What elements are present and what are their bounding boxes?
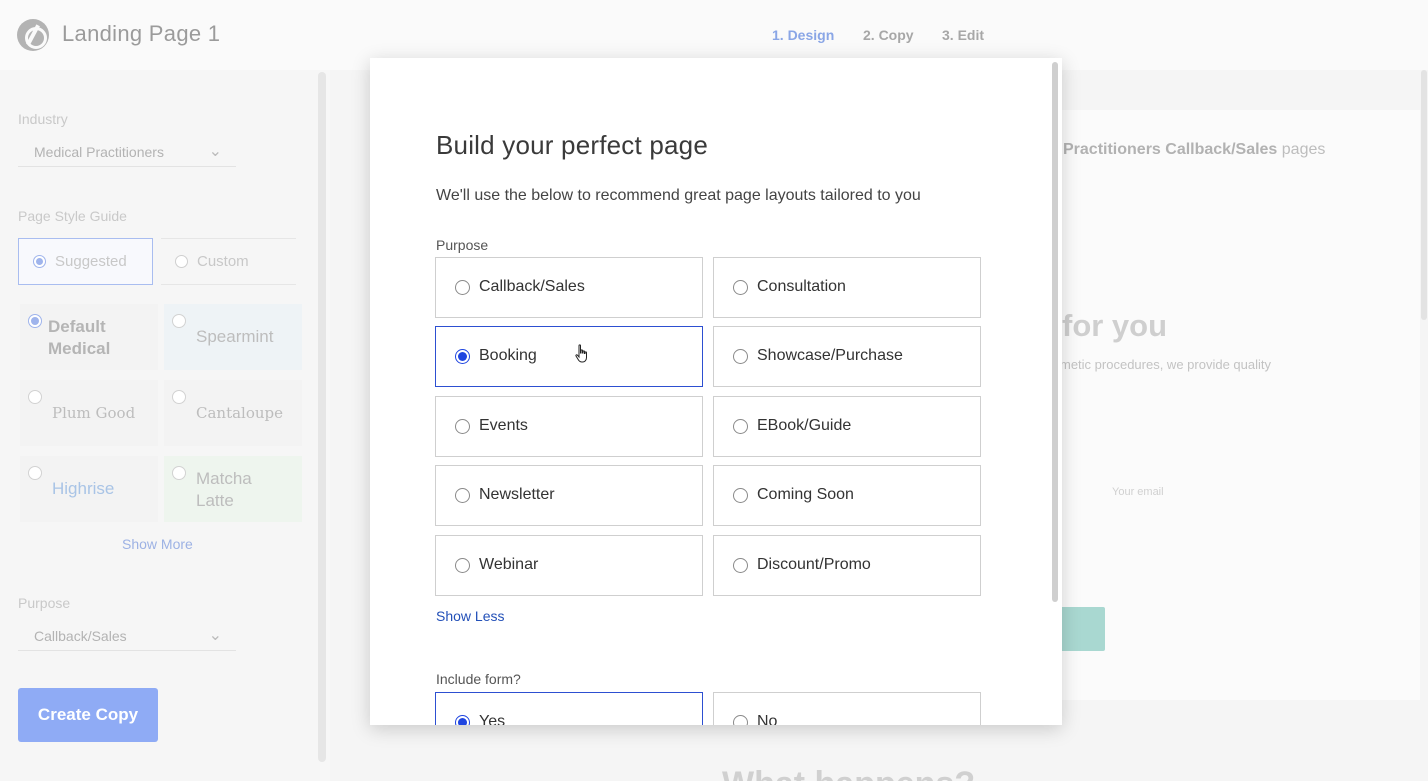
radio-icon (733, 349, 748, 364)
style-guide-label: Page Style Guide (18, 208, 127, 224)
theme-highrise[interactable]: Highrise (20, 456, 158, 522)
chevron-down-icon: ⌄ (208, 143, 222, 160)
form-option-yes[interactable]: Yes (435, 692, 703, 725)
form-option-label: No (757, 713, 778, 725)
preview-submit-button (1058, 607, 1105, 651)
purpose-option-label: Discount/Promo (757, 556, 871, 573)
theme-label: Matcha Latte (196, 469, 252, 510)
chevron-down-icon: ⌄ (208, 627, 222, 644)
style-option-label: Suggested (55, 253, 127, 270)
sidebar-scrollbar[interactable] (318, 72, 326, 762)
radio-icon (175, 255, 188, 268)
industry-value: Medical Practitioners (34, 144, 164, 160)
radio-icon (172, 314, 186, 328)
step-edit[interactable]: 3. Edit (942, 27, 984, 43)
preview-description: metic procedures, we provide quality (1060, 357, 1271, 372)
radio-selected-icon (455, 715, 470, 725)
theme-cantaloupe[interactable]: Cantaloupe (164, 380, 302, 446)
preview-heading: Practitioners Callback/Sales pages (1063, 141, 1325, 159)
industry-label: Industry (18, 111, 68, 127)
radio-icon (733, 558, 748, 573)
purpose-section-label: Purpose (436, 237, 489, 253)
purpose-option-label: Newsletter (479, 486, 555, 503)
theme-label: Spearmint (196, 327, 274, 346)
form-option-label: Yes (479, 713, 506, 725)
purpose-option-booking[interactable]: Booking (435, 326, 703, 387)
purpose-option-ebook-guide[interactable]: EBook/Guide (713, 396, 981, 457)
theme-matcha-latte[interactable]: Matcha Latte (164, 456, 302, 522)
step-design[interactable]: 1. Design (772, 27, 834, 43)
page-title: Landing Page 1 (62, 21, 221, 46)
purpose-option-label: EBook/Guide (757, 417, 852, 434)
radio-icon (455, 488, 470, 503)
app-logo-icon (17, 19, 49, 51)
radio-icon (733, 419, 748, 434)
purpose-select[interactable]: Callback/Sales ⌄ (18, 621, 236, 651)
form-option-no[interactable]: No (713, 692, 981, 725)
purpose-option-webinar[interactable]: Webinar (435, 535, 703, 596)
style-custom-option[interactable]: Custom (161, 238, 296, 285)
style-suggested-option[interactable]: Suggested (18, 238, 153, 285)
preview-bottom-heading: What happens? (722, 765, 975, 781)
theme-label: Cantaloupe (196, 404, 284, 422)
purpose-option-label: Events (479, 417, 528, 434)
purpose-option-label: Showcase/Purchase (757, 347, 903, 364)
hand-cursor-icon (575, 344, 587, 363)
preview-heading-rest: pages (1277, 141, 1326, 158)
radio-icon (733, 488, 748, 503)
theme-spearmint[interactable]: Spearmint (164, 304, 302, 370)
modal-title: Build your perfect page (436, 130, 708, 160)
theme-plum-good[interactable]: Plum Good (20, 380, 158, 446)
create-copy-button[interactable]: Create Copy (18, 688, 158, 742)
purpose-option-consultation[interactable]: Consultation (713, 257, 981, 318)
purpose-option-newsletter[interactable]: Newsletter (435, 465, 703, 526)
purpose-option-discount-promo[interactable]: Discount/Promo (713, 535, 981, 596)
radio-icon (733, 715, 748, 725)
radio-icon (33, 255, 46, 268)
include-form-label: Include form? (436, 671, 521, 687)
purpose-option-label: Consultation (757, 278, 846, 295)
preview-heading-bold: Practitioners Callback/Sales (1063, 141, 1278, 158)
preview-scrollbar[interactable] (1421, 70, 1427, 320)
show-less-link[interactable]: Show Less (436, 608, 504, 624)
purpose-option-callback-sales[interactable]: Callback/Sales (435, 257, 703, 318)
purpose-option-label: Booking (479, 347, 537, 364)
preview-hero-text: for you (1062, 308, 1168, 343)
purpose-value: Callback/Sales (34, 628, 127, 644)
radio-icon (455, 280, 470, 295)
build-page-modal: Build your perfect page We'll use the be… (370, 58, 1062, 725)
purpose-option-coming-soon[interactable]: Coming Soon (713, 465, 981, 526)
purpose-option-label: Callback/Sales (479, 278, 585, 295)
radio-icon (455, 558, 470, 573)
radio-selected-icon (455, 349, 470, 364)
purpose-option-events[interactable]: Events (435, 396, 703, 457)
purpose-option-label: Coming Soon (757, 486, 854, 503)
purpose-option-showcase-purchase[interactable]: Showcase/Purchase (713, 326, 981, 387)
step-copy[interactable]: 2. Copy (863, 27, 914, 43)
theme-label: Highrise (52, 479, 115, 498)
theme-label: Default Medical (48, 317, 111, 358)
theme-label: Plum Good (52, 404, 136, 422)
radio-icon (28, 390, 42, 404)
radio-icon (455, 419, 470, 434)
purpose-option-label: Webinar (479, 556, 539, 573)
style-option-label: Custom (197, 253, 249, 270)
radio-icon (733, 280, 748, 295)
purpose-label: Purpose (18, 595, 71, 611)
radio-icon (28, 314, 42, 328)
theme-default-medical[interactable]: Default Medical (20, 304, 158, 370)
radio-icon (172, 466, 186, 480)
show-more-link[interactable]: Show More (122, 536, 193, 552)
industry-select[interactable]: Medical Practitioners ⌄ (18, 137, 236, 167)
preview-email-field: Your email (1112, 486, 1164, 498)
radio-icon (172, 390, 186, 404)
radio-icon (28, 466, 42, 480)
modal-subtitle: We'll use the below to recommend great p… (436, 187, 921, 204)
modal-scrollbar[interactable] (1052, 62, 1058, 602)
